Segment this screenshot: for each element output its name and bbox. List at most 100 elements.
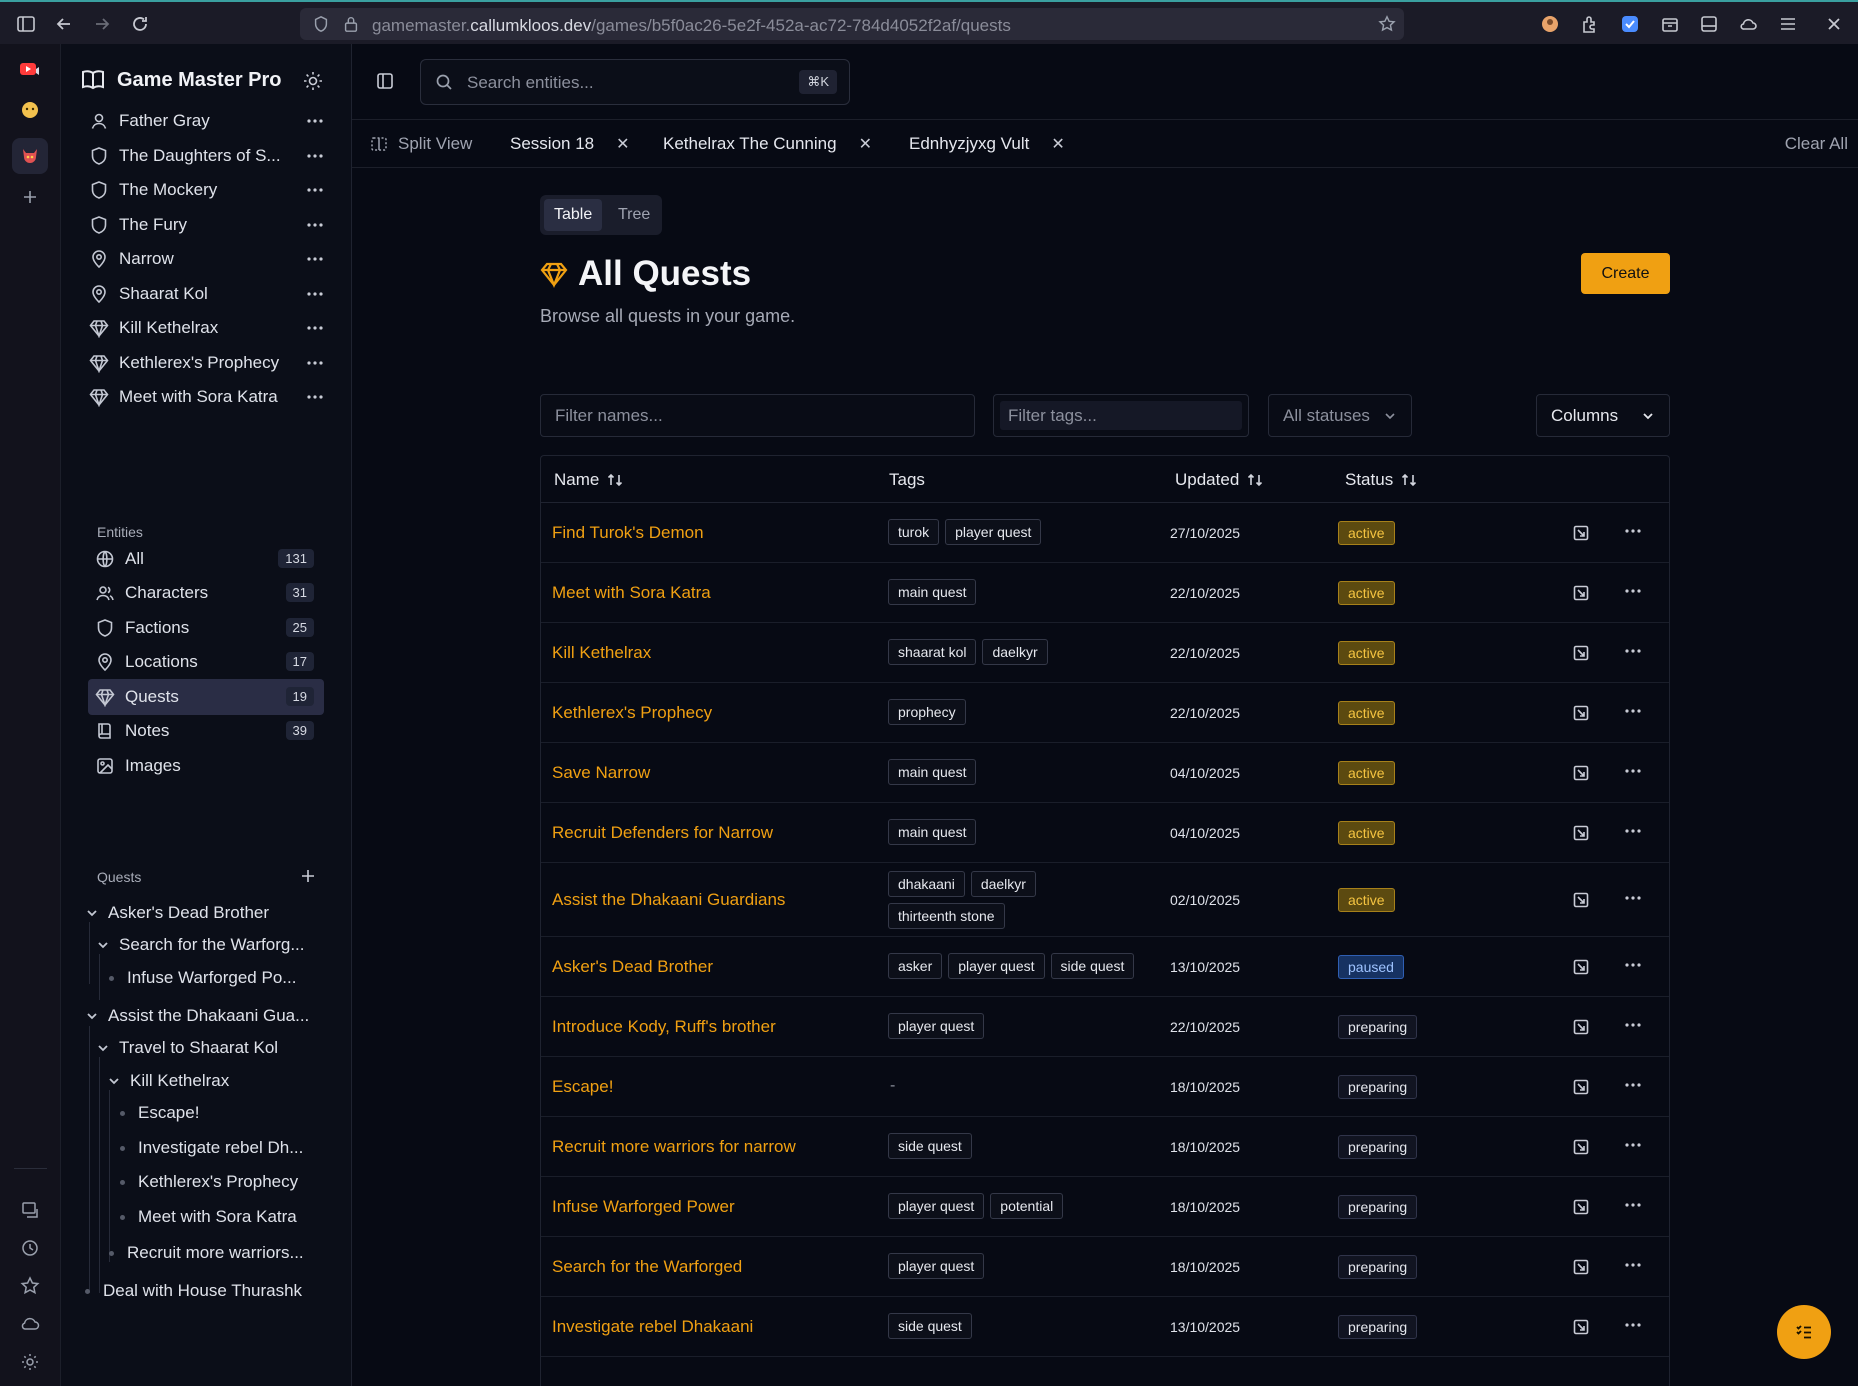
- search-input[interactable]: Search entities... ⌘K: [420, 59, 850, 105]
- tag-chip[interactable]: prophecy: [888, 699, 966, 725]
- recent-item-shaarat-kol[interactable]: Shaarat Kol: [89, 276, 329, 312]
- game-switcher-active[interactable]: [12, 138, 48, 174]
- quest-name-link[interactable]: Infuse Warforged Power: [552, 1197, 735, 1217]
- tag-chip[interactable]: player quest: [945, 519, 1042, 545]
- recent-item-the-daughters-of-s[interactable]: The Daughters of S...: [89, 138, 329, 174]
- quest-name-link[interactable]: Search for the Warforged: [552, 1257, 742, 1277]
- row-actions-icon[interactable]: [1623, 581, 1643, 601]
- sidebar-item-notes[interactable]: Notes 39: [88, 713, 324, 749]
- table-row[interactable]: Search for the Warforged player quest 18/1…: [541, 1237, 1669, 1297]
- clear-all-button[interactable]: Clear All: [1785, 134, 1848, 154]
- sidebar-item-all[interactable]: All 131: [88, 541, 324, 577]
- open-entity-icon[interactable]: [1572, 1198, 1590, 1216]
- quest-name-link[interactable]: Asker's Dead Brother: [552, 957, 713, 977]
- more-options-icon[interactable]: [305, 111, 325, 131]
- quest-name-link[interactable]: Introduce Kody, Ruff's brother: [552, 1017, 776, 1037]
- extension-check-icon[interactable]: [1620, 14, 1640, 34]
- table-row[interactable]: Investigate rebel Dhakaani side quest 13/1…: [541, 1297, 1669, 1357]
- status-select[interactable]: All statuses: [1268, 394, 1412, 437]
- row-actions-icon[interactable]: [1623, 1075, 1643, 1095]
- open-entity-icon[interactable]: [1572, 1018, 1590, 1036]
- recent-item-meet-with-sora-katra[interactable]: Meet with Sora Katra: [89, 379, 329, 415]
- recent-item-the-mockery[interactable]: The Mockery: [89, 172, 329, 208]
- row-actions-icon[interactable]: [1623, 701, 1643, 721]
- tag-chip[interactable]: turok: [888, 519, 940, 545]
- tree-item-infuse-warforged-po[interactable]: Infuse Warforged Po...: [109, 968, 296, 988]
- quest-name-link[interactable]: Kethlerex's Prophecy: [552, 703, 712, 723]
- tree-item-investigate-rebel-dh[interactable]: Investigate rebel Dh...: [120, 1138, 303, 1158]
- table-row[interactable]: Kill Kethelrax shaarat kol daelkyr 22/10/20…: [541, 623, 1669, 683]
- tree-item-meet-with-sora-katra[interactable]: Meet with Sora Katra: [120, 1207, 297, 1227]
- tag-chip[interactable]: shaarat kol: [888, 639, 977, 665]
- tag-chip[interactable]: side quest: [888, 1313, 972, 1339]
- quest-name-link[interactable]: Meet with Sora Katra: [552, 583, 711, 603]
- tag-chip[interactable]: daelkyr: [970, 871, 1036, 897]
- table-row[interactable]: Save Narrow main quest 04/10/2025 active: [541, 743, 1669, 803]
- extensions-icon[interactable]: [1580, 14, 1600, 34]
- quest-name-link[interactable]: Investigate rebel Dhakaani: [552, 1317, 753, 1337]
- tree-item-recruit-more-warriors[interactable]: Recruit more warriors...: [109, 1243, 304, 1263]
- cloud-icon[interactable]: [1738, 14, 1758, 34]
- chevron-down-icon[interactable]: [96, 938, 110, 952]
- theme-toggle-sun-icon[interactable]: [302, 70, 324, 92]
- quest-name-link[interactable]: Escape!: [552, 1077, 613, 1097]
- tag-chip[interactable]: side quest: [888, 1133, 972, 1159]
- quest-name-link[interactable]: Save Narrow: [552, 763, 650, 783]
- clock-icon[interactable]: [19, 1237, 41, 1259]
- tag-chip[interactable]: player quest: [888, 1193, 985, 1219]
- more-options-icon[interactable]: [305, 180, 325, 200]
- tree-item-kethlerex-s-prophecy[interactable]: Kethlerex's Prophecy: [120, 1172, 298, 1192]
- tag-chip[interactable]: main quest: [888, 819, 977, 845]
- history-sync-icon[interactable]: [19, 1199, 41, 1221]
- sidebar-item-quests[interactable]: Quests 19: [88, 679, 324, 715]
- table-view-button[interactable]: Table: [544, 199, 603, 231]
- open-entity-icon[interactable]: [1572, 891, 1590, 909]
- table-row[interactable]: Infuse Warforged Power player quest potent…: [541, 1177, 1669, 1237]
- table-row[interactable]: Recruit more warriors for narrow side que…: [541, 1117, 1669, 1177]
- open-entity-icon[interactable]: [1572, 1078, 1590, 1096]
- open-entity-icon[interactable]: [1572, 524, 1590, 542]
- tag-chip[interactable]: player quest: [888, 1253, 985, 1279]
- add-quest-icon[interactable]: [298, 866, 318, 886]
- tag-chip[interactable]: daelkyr: [982, 639, 1048, 665]
- sidebar-toggle-icon[interactable]: [16, 14, 36, 34]
- recent-item-kill-kethelrax[interactable]: Kill Kethelrax: [89, 310, 329, 346]
- tree-item-asker-s-dead-brother[interactable]: Asker's Dead Brother: [85, 903, 269, 923]
- app-brand[interactable]: Game Master Pro: [79, 66, 282, 94]
- recent-item-narrow[interactable]: Narrow: [89, 241, 329, 277]
- open-entity-icon[interactable]: [1572, 958, 1590, 976]
- column-header-updated[interactable]: Updated: [1175, 470, 1263, 490]
- shield-icon[interactable]: [312, 15, 330, 33]
- table-row[interactable]: Kethlerex's Prophecy prophecy 22/10/2025 ac…: [541, 683, 1669, 743]
- chevron-down-icon[interactable]: [96, 1041, 110, 1055]
- tree-item-escape[interactable]: Escape!: [120, 1103, 199, 1123]
- sort-icon[interactable]: [1247, 472, 1263, 488]
- quest-name-link[interactable]: Recruit Defenders for Narrow: [552, 823, 773, 843]
- column-header-name[interactable]: Name: [554, 470, 623, 490]
- more-options-icon[interactable]: [305, 215, 325, 235]
- sort-icon[interactable]: [607, 472, 623, 488]
- table-row[interactable]: Recruit Defenders for Narrow main quest 04…: [541, 803, 1669, 863]
- row-actions-icon[interactable]: [1623, 888, 1643, 908]
- sidebar-item-locations[interactable]: Locations 17: [88, 644, 324, 680]
- table-row[interactable]: Assist the Dhakaani Guardians dhakaani dae…: [541, 863, 1669, 937]
- row-actions-icon[interactable]: [1623, 1255, 1643, 1275]
- reader-view-icon[interactable]: [1699, 14, 1719, 34]
- more-options-icon[interactable]: [305, 387, 325, 407]
- close-tab-icon[interactable]: ✕: [616, 134, 629, 154]
- settings-gear-icon[interactable]: [19, 1351, 41, 1373]
- tab-session-18[interactable]: Session 18 ✕: [510, 120, 630, 168]
- table-row[interactable]: Escape! - 18/10/2025 preparing: [541, 1057, 1669, 1117]
- emoji-avatar-icon[interactable]: [19, 99, 41, 121]
- close-tab-icon[interactable]: ✕: [1051, 134, 1064, 154]
- menu-icon[interactable]: [1778, 14, 1798, 34]
- row-actions-icon[interactable]: [1623, 521, 1643, 541]
- recent-item-the-fury[interactable]: The Fury: [89, 207, 329, 243]
- more-options-icon[interactable]: [305, 353, 325, 373]
- tree-item-kill-kethelrax[interactable]: Kill Kethelrax: [107, 1071, 229, 1091]
- tree-item-deal-with-house-thurashk[interactable]: Deal with House Thurashk: [85, 1281, 302, 1301]
- open-entity-icon[interactable]: [1572, 704, 1590, 722]
- row-actions-icon[interactable]: [1623, 1195, 1643, 1215]
- star-icon[interactable]: [19, 1275, 41, 1297]
- cloud-sync-icon[interactable]: [19, 1313, 41, 1335]
